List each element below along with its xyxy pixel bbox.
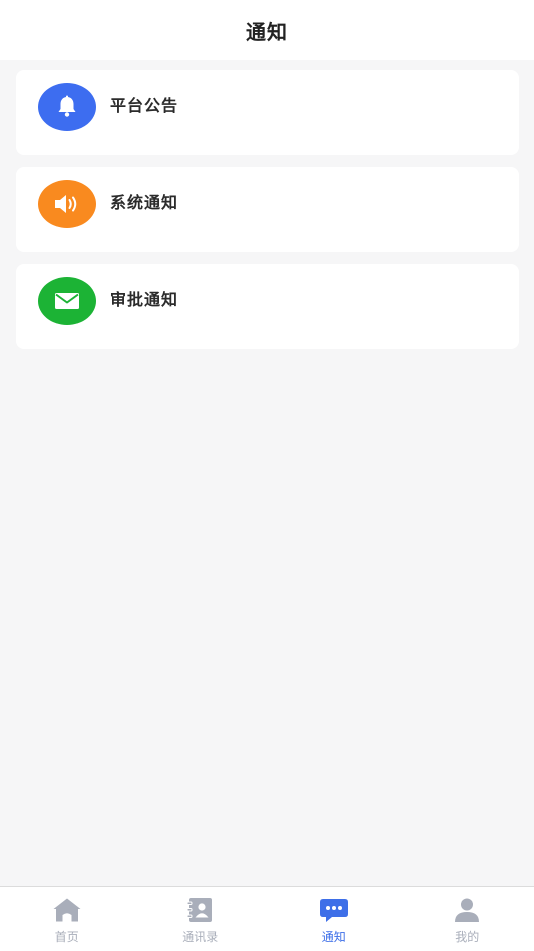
tab-profile[interactable]: 我的	[401, 887, 534, 951]
tab-label: 首页	[55, 928, 79, 945]
tab-contacts[interactable]: 通讯录	[134, 887, 268, 951]
page-title: 通知	[246, 16, 288, 45]
top-header: 通知	[0, 0, 534, 60]
speaker-icon	[38, 180, 96, 228]
home-icon	[52, 897, 82, 923]
notification-card-system[interactable]: 系统通知	[16, 167, 519, 252]
notification-label: 系统通知	[110, 189, 178, 213]
notification-card-platform[interactable]: 平台公告	[16, 70, 519, 155]
tab-notifications[interactable]: 通知	[267, 887, 401, 951]
bottom-tab-bar: 首页 通讯录 通知	[0, 886, 534, 951]
tab-label: 通讯录	[182, 928, 218, 945]
message-icon	[319, 897, 349, 923]
notification-label: 平台公告	[110, 92, 178, 116]
user-icon	[452, 897, 482, 923]
contacts-icon	[185, 897, 215, 923]
tab-home[interactable]: 首页	[0, 887, 134, 951]
tab-label: 通知	[322, 928, 346, 945]
notification-card-approval[interactable]: 审批通知	[16, 264, 519, 349]
tab-label: 我的	[455, 928, 479, 945]
mail-icon	[38, 277, 96, 325]
bell-icon	[38, 83, 96, 131]
notification-label: 审批通知	[110, 286, 178, 310]
